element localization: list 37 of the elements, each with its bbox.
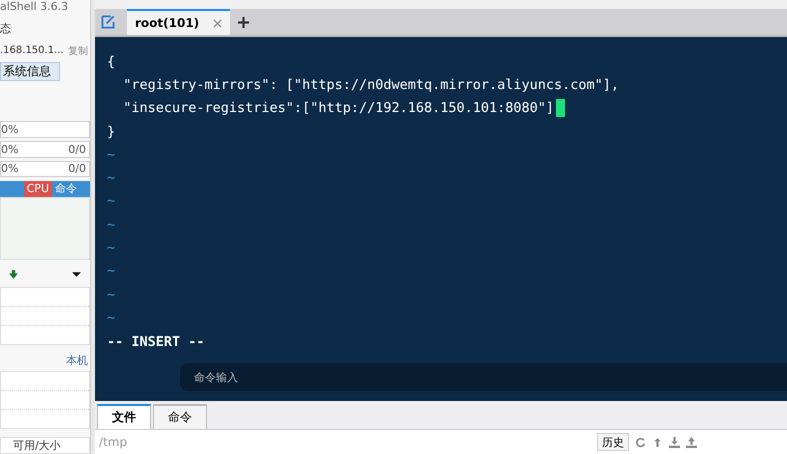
terminal-line: ~ bbox=[107, 308, 116, 328]
upload-icon[interactable] bbox=[686, 436, 697, 448]
terminal-line: ~ bbox=[107, 216, 116, 235]
terminal-line: ~ bbox=[107, 262, 116, 282]
terminal-line: ~ bbox=[107, 192, 116, 212]
history-button[interactable]: 历史 bbox=[597, 433, 629, 451]
panel-tab[interactable]: 命令 bbox=[153, 404, 207, 429]
system-info-button[interactable]: 系统信息 bbox=[0, 62, 60, 82]
usage-meter: 0% bbox=[0, 121, 90, 138]
usage-meter: 0% 0/0 bbox=[0, 160, 90, 178]
local-label[interactable]: 本机 bbox=[66, 352, 88, 368]
mode-indicator: -- INSERT -- bbox=[107, 334, 206, 350]
terminal-line: ~ bbox=[107, 286, 116, 305]
app-title: alShell 3.6.3 bbox=[0, 0, 70, 13]
session-tab[interactable]: root(101) bbox=[127, 9, 230, 35]
refresh-icon[interactable] bbox=[635, 436, 646, 448]
terminal-line: "insecure-registries":["http://192.168.150.101:8080"] bbox=[107, 96, 787, 120]
terminal-line: ~ bbox=[107, 169, 116, 188]
host-address: .168.150.1... bbox=[0, 45, 64, 56]
down-arrow-icon[interactable] bbox=[8, 269, 19, 280]
column-header[interactable]: CPU bbox=[24, 181, 52, 198]
usage-meter: 0% 0/0 bbox=[0, 140, 90, 158]
terminal-line: { bbox=[107, 52, 116, 72]
terminal-line: ~ bbox=[107, 146, 116, 165]
close-icon[interactable] bbox=[213, 18, 222, 28]
panel-tab[interactable]: 文件 bbox=[97, 404, 151, 429]
download-icon[interactable] bbox=[669, 436, 680, 448]
terminal-line: } bbox=[107, 122, 116, 142]
up-arrow-icon[interactable] bbox=[652, 436, 663, 448]
terminal[interactable]: { "registry-mirrors": ["https://n0dwemtq.mirror.aliyuncs.com"], "insecure-registries":["http://192.168.150.101:8080"] } ~ ~ ~ ~ ~ ~ ~ ~ -- INSERT -- 命令输入 bbox=[95, 37, 787, 401]
status-label: 态 bbox=[0, 21, 12, 36]
edit-icon[interactable] bbox=[101, 15, 115, 29]
terminal-line: ~ bbox=[107, 239, 116, 258]
command-input[interactable]: 命令输入 bbox=[180, 363, 787, 391]
terminal-line: "registry-mirrors": ["https://n0dwemtq.mirror.aliyuncs.com"], bbox=[122, 76, 620, 95]
column-header: 可用/大小 bbox=[13, 438, 61, 452]
add-icon[interactable] bbox=[238, 17, 250, 28]
